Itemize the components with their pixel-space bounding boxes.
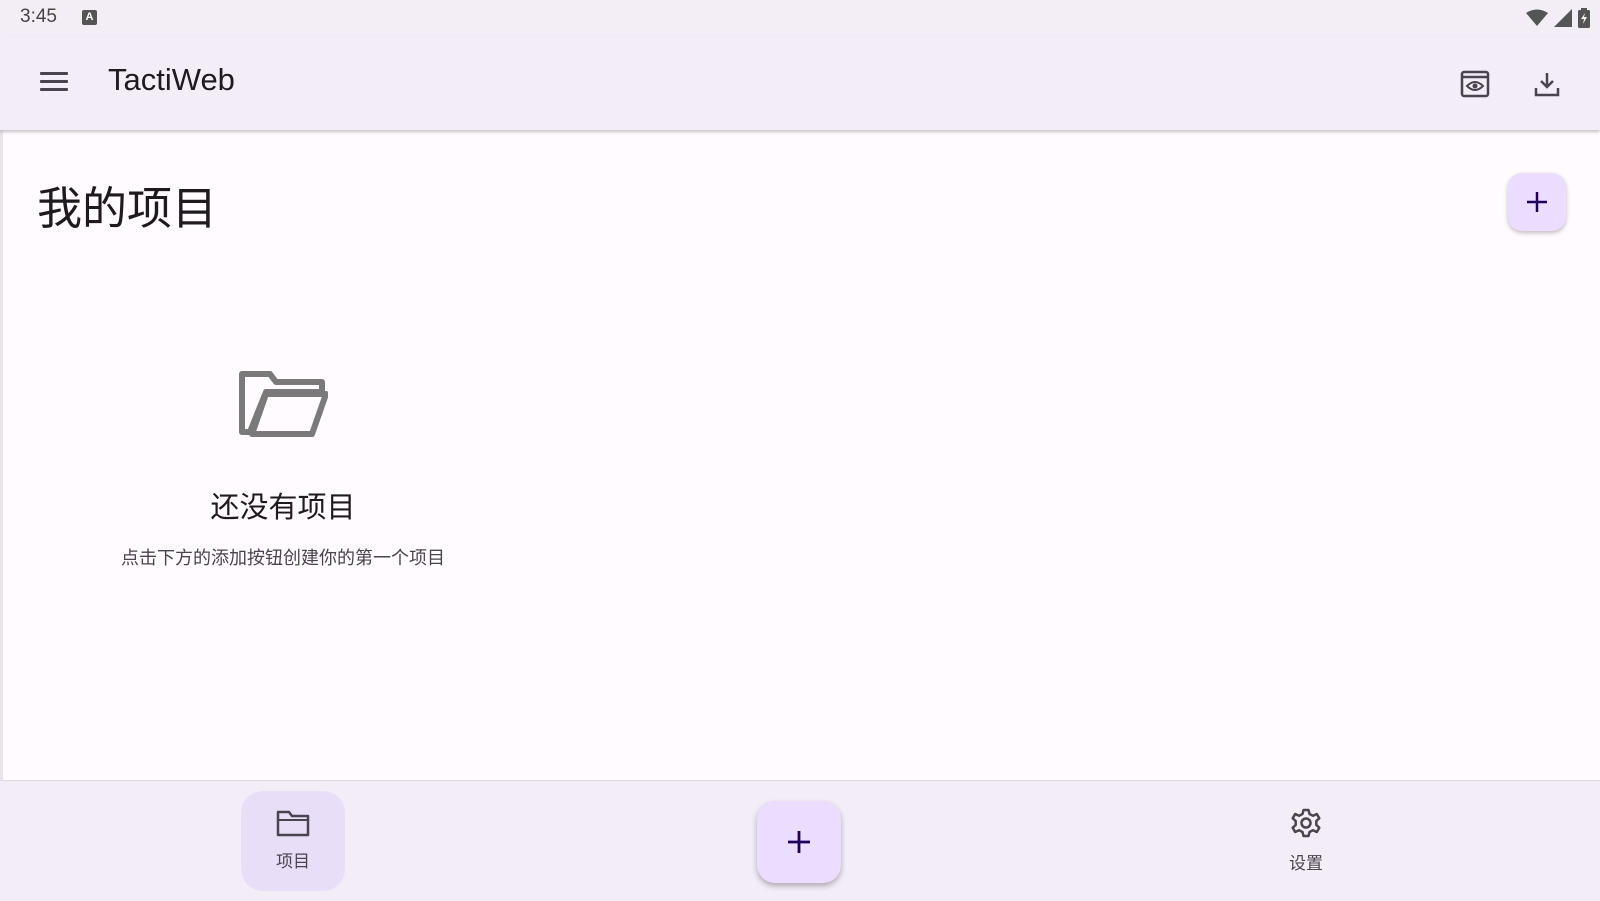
empty-state: 还没有项目 点击下方的添加按钮创建你的第一个项目 <box>83 370 483 570</box>
status-time: 3:45 <box>20 6 57 27</box>
add-project-button[interactable] <box>1508 173 1566 231</box>
nav-label-projects: 项目 <box>276 852 310 872</box>
gear-icon <box>1291 808 1321 838</box>
create-project-fab[interactable] <box>757 801 841 883</box>
nav-item-projects[interactable]: 项目 <box>241 791 345 891</box>
empty-state-title: 还没有项目 <box>210 490 356 524</box>
status-bar: 3:45 A <box>0 0 1600 36</box>
plus-icon <box>788 831 810 853</box>
main-content: 我的项目 还没有项目 点击下方的添加按钮创建你的第一个项目 <box>0 130 1600 780</box>
plus-icon <box>1527 192 1547 212</box>
menu-button[interactable] <box>34 66 74 100</box>
download-button[interactable] <box>1527 64 1567 104</box>
page-title: 我的项目 <box>37 182 218 235</box>
preview-button[interactable] <box>1455 64 1495 104</box>
app-title: TactiWeb <box>108 62 235 97</box>
download-icon <box>1534 73 1560 97</box>
status-icons <box>1526 8 1590 28</box>
notification-a-icon: A <box>82 10 97 25</box>
menu-icon <box>34 72 74 91</box>
nav-item-settings[interactable]: 设置 <box>1266 799 1346 889</box>
folder-open-icon <box>239 371 328 437</box>
bottom-navigation: 项目 设置 <box>0 780 1600 901</box>
preview-icon <box>1460 70 1490 98</box>
cellular-signal-icon <box>1554 9 1572 27</box>
battery-icon <box>1578 8 1590 28</box>
folder-icon <box>276 810 310 837</box>
nav-label-settings: 设置 <box>1289 854 1323 874</box>
empty-state-description: 点击下方的添加按钮创建你的第一个项目 <box>121 548 445 569</box>
app-bar: TactiWeb <box>0 36 1600 130</box>
wifi-icon <box>1526 9 1548 26</box>
